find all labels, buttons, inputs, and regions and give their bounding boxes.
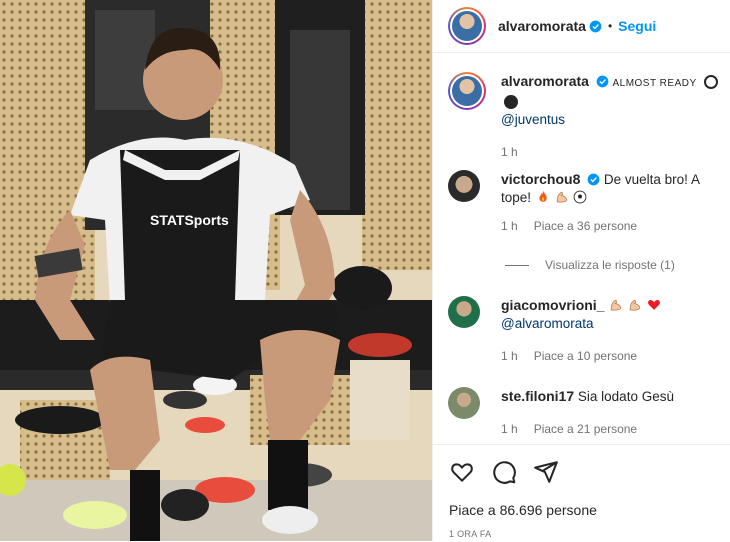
comment-likes[interactable]: Piace a 36 persone — [534, 219, 637, 233]
flexed-biceps-icon — [610, 299, 622, 311]
comment-mention[interactable]: @alvaromorata — [501, 316, 594, 331]
post-actions: Piace a 86.696 persone 1 ORA FA — [433, 444, 730, 542]
fire-icon — [539, 190, 547, 202]
follow-button[interactable]: Segui — [618, 18, 656, 34]
verified-badge-icon — [596, 75, 609, 88]
comment-likes[interactable]: Piace a 10 persone — [534, 349, 637, 363]
caption-username[interactable]: alvaromorata — [501, 73, 589, 89]
post-panel: alvaromorata • Segui alvaromorata ALMOST… — [432, 0, 730, 541]
comment-time: 1 h — [501, 422, 518, 436]
replies-line — [505, 264, 529, 266]
caption-row: alvaromorata ALMOST READY @juventus 1 h — [448, 72, 721, 161]
comments-list: alvaromorata ALMOST READY @juventus 1 h … — [433, 54, 730, 444]
post-photo[interactable]: STATSports — [0, 0, 432, 541]
white-circle-icon — [704, 75, 719, 89]
flexed-biceps-icon — [629, 299, 641, 311]
flexed-biceps-icon — [556, 191, 567, 203]
heart-icon[interactable] — [449, 459, 475, 485]
separator-dot: • — [607, 19, 613, 33]
comment-avatar[interactable] — [448, 170, 480, 202]
caption-avatar[interactable] — [448, 72, 486, 110]
view-replies-label[interactable]: Visualizza le risposte (1) — [545, 258, 675, 272]
comment-icon[interactable] — [491, 459, 517, 485]
soccer-ball-icon — [573, 190, 587, 204]
caption-time: 1 h — [501, 145, 518, 159]
red-heart-icon — [647, 300, 660, 310]
jersey-text: STATSports — [150, 212, 229, 228]
comment-username[interactable]: giacomovrioni_ — [501, 297, 604, 313]
comment-avatar[interactable] — [448, 296, 480, 328]
post-image: STATSports — [0, 0, 432, 541]
header-username[interactable]: alvaromorata — [498, 18, 586, 34]
comment-username[interactable]: victorchou8 — [501, 171, 580, 187]
post-timestamp: 1 ORA FA — [449, 529, 492, 539]
comment-time: 1 h — [501, 219, 518, 233]
comment-time: 1 h — [501, 349, 518, 363]
author-avatar[interactable] — [448, 7, 486, 45]
view-replies-button[interactable]: Visualizza le risposte (1) — [505, 258, 675, 272]
comment-username[interactable]: ste.filoni17 — [501, 388, 574, 404]
comment-likes[interactable]: Piace a 21 persone — [534, 422, 637, 436]
comment-row: ste.filoni17 Sia lodato Gesù 1 h Piace a … — [448, 387, 721, 438]
comment-avatar[interactable] — [448, 387, 480, 419]
post-header: alvaromorata • Segui — [433, 0, 730, 53]
caption-text: ALMOST READY — [612, 78, 697, 89]
verified-badge-icon — [587, 173, 600, 186]
comment-row: giacomovrioni_ @alvaromorata 1 h Piace a … — [448, 296, 721, 365]
share-icon[interactable] — [533, 459, 559, 485]
verified-badge-icon — [589, 20, 602, 32]
comment-row: victorchou8 De vuelta bro! A tope! 1 h Pi… — [448, 170, 721, 235]
black-circle-icon — [504, 95, 518, 109]
comment-text: Sia lodato Gesù — [577, 389, 674, 404]
likes-count[interactable]: Piace a 86.696 persone — [449, 502, 597, 518]
caption-mention[interactable]: @juventus — [501, 112, 565, 127]
